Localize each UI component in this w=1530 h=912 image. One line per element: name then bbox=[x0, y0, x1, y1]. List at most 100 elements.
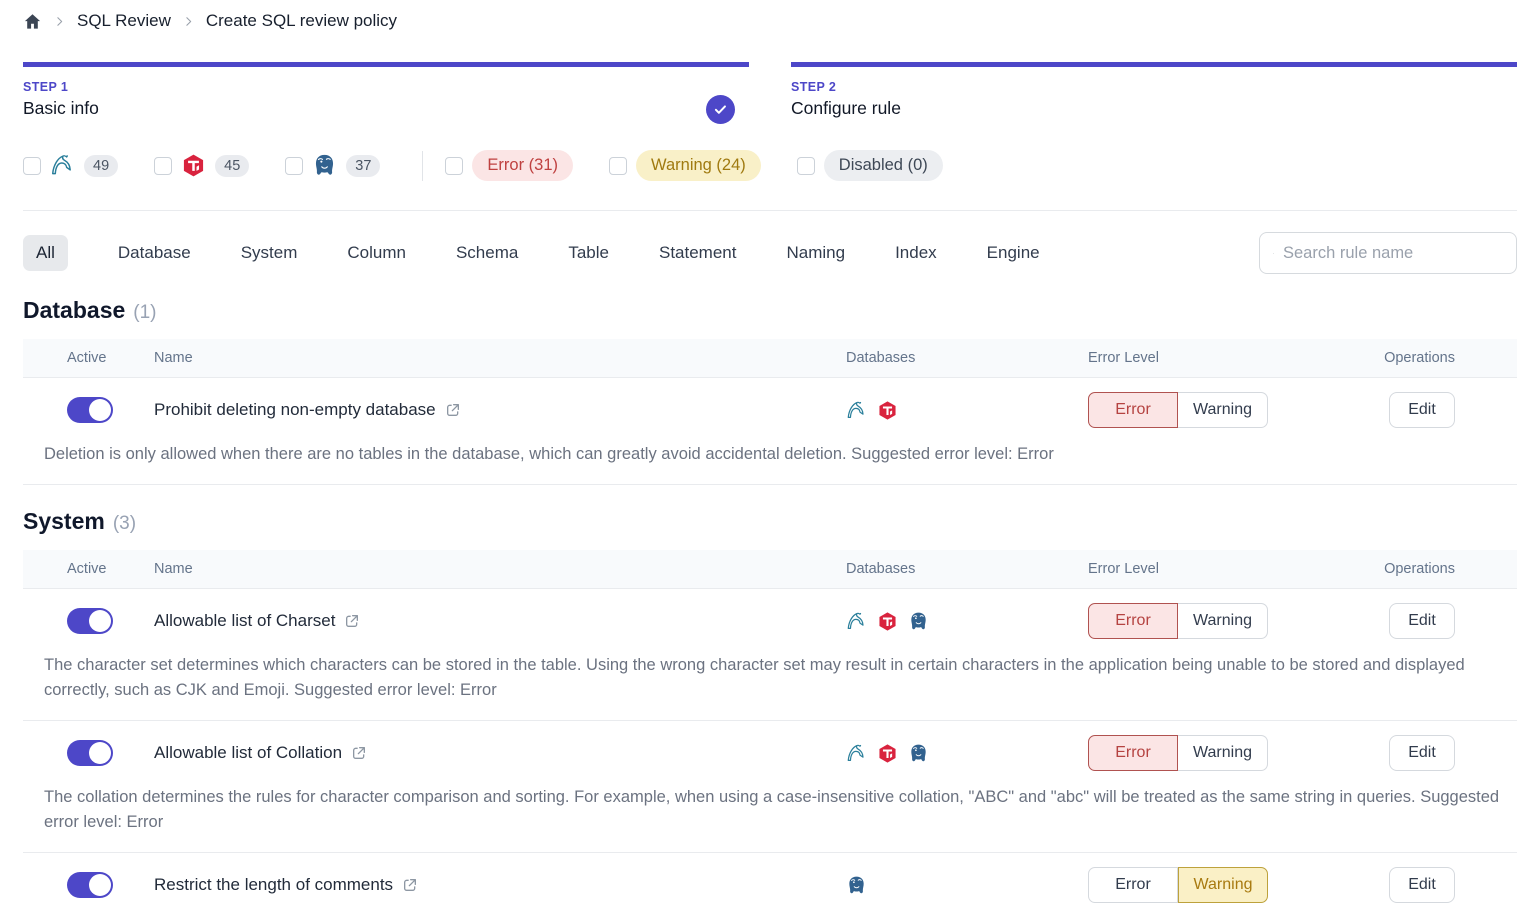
toggle-knob bbox=[89, 610, 111, 632]
table-row: Restrict the length of comments Error Wa… bbox=[23, 853, 1517, 912]
tidb-icon bbox=[181, 153, 206, 178]
postgres-count-badge: 37 bbox=[346, 155, 380, 177]
error-level-segmented-control: Error Warning bbox=[1088, 735, 1317, 771]
tab-schema[interactable]: Schema bbox=[456, 235, 518, 271]
section-header-system: System (3) bbox=[23, 508, 1517, 535]
table-header-row: Active Name Databases Error Level Operat… bbox=[23, 550, 1517, 589]
rule-active-toggle[interactable] bbox=[67, 872, 113, 898]
check-icon bbox=[712, 101, 729, 118]
warning-level-button[interactable]: Warning bbox=[1178, 735, 1268, 771]
mysql-count-badge: 49 bbox=[84, 155, 118, 177]
mysql-icon bbox=[846, 611, 867, 632]
column-header-error-level: Error Level bbox=[1088, 561, 1317, 577]
stepper: STEP 1 Basic info STEP 2 Configure rule bbox=[23, 62, 1517, 119]
edit-button[interactable]: Edit bbox=[1389, 867, 1455, 903]
column-header-name: Name bbox=[154, 561, 846, 577]
column-header-operations: Operations bbox=[1317, 561, 1517, 577]
toggle-knob bbox=[89, 742, 111, 764]
column-header-databases: Databases bbox=[846, 350, 1088, 366]
tab-naming[interactable]: Naming bbox=[786, 235, 845, 271]
rule-name: Restrict the length of comments bbox=[154, 875, 393, 895]
toggle-knob bbox=[89, 874, 111, 896]
rule-active-toggle[interactable] bbox=[67, 397, 113, 423]
tab-system[interactable]: System bbox=[241, 235, 298, 271]
rule-description: The character set determines which chara… bbox=[23, 653, 1517, 720]
step-2-progress-bar bbox=[791, 62, 1517, 67]
table-row: Allowable list of Charset Error Warning … bbox=[23, 589, 1517, 721]
mysql-filter-checkbox[interactable] bbox=[23, 157, 41, 175]
tab-engine[interactable]: Engine bbox=[987, 235, 1040, 271]
rule-active-toggle[interactable] bbox=[67, 740, 113, 766]
column-header-error-level: Error Level bbox=[1088, 350, 1317, 366]
step-1-progress-bar bbox=[23, 62, 749, 67]
postgres-filter-checkbox[interactable] bbox=[285, 157, 303, 175]
search-icon bbox=[1273, 245, 1274, 262]
home-icon[interactable] bbox=[23, 12, 42, 31]
chevron-right-icon bbox=[182, 15, 195, 28]
rule-name: Prohibit deleting non-empty database bbox=[154, 400, 436, 420]
error-filter-checkbox[interactable] bbox=[445, 157, 463, 175]
table-row: Allowable list of Collation Error Warnin… bbox=[23, 721, 1517, 853]
error-level-button[interactable]: Error bbox=[1088, 735, 1178, 771]
external-link-icon[interactable] bbox=[445, 402, 461, 418]
disabled-filter-pill[interactable]: Disabled (0) bbox=[824, 150, 943, 181]
step-1[interactable]: STEP 1 Basic info bbox=[23, 62, 749, 119]
rule-active-toggle[interactable] bbox=[67, 608, 113, 634]
section-title: System bbox=[23, 508, 105, 535]
error-level-button[interactable]: Error bbox=[1088, 392, 1178, 428]
search-input[interactable] bbox=[1283, 244, 1503, 263]
error-level-button[interactable]: Error bbox=[1088, 867, 1178, 903]
postgres-icon bbox=[846, 875, 867, 896]
external-link-icon[interactable] bbox=[344, 613, 360, 629]
step-2-label: STEP 2 bbox=[791, 80, 1517, 94]
tidb-icon bbox=[877, 743, 898, 764]
disabled-filter-checkbox[interactable] bbox=[797, 157, 815, 175]
table-header-row: Active Name Databases Error Level Operat… bbox=[23, 339, 1517, 378]
warning-level-button[interactable]: Warning bbox=[1178, 603, 1268, 639]
breadcrumb-sql-review[interactable]: SQL Review bbox=[77, 11, 171, 31]
category-tabs: All Database System Column Schema Table … bbox=[23, 232, 1517, 274]
database-rules-table: Active Name Databases Error Level Operat… bbox=[23, 339, 1517, 485]
section-header-database: Database (1) bbox=[23, 297, 1517, 324]
warning-level-button[interactable]: Warning bbox=[1178, 867, 1268, 903]
tidb-filter-checkbox[interactable] bbox=[154, 157, 172, 175]
filter-engine-tidb: 45 bbox=[154, 153, 249, 178]
step-2[interactable]: STEP 2 Configure rule bbox=[791, 62, 1517, 119]
step-1-label: STEP 1 bbox=[23, 80, 749, 94]
edit-button[interactable]: Edit bbox=[1389, 735, 1455, 771]
section-count: (3) bbox=[113, 513, 136, 535]
step-2-title: Configure rule bbox=[791, 98, 1517, 119]
filter-divider bbox=[422, 151, 423, 181]
error-filter-pill[interactable]: Error (31) bbox=[472, 150, 573, 181]
postgres-icon bbox=[312, 153, 337, 178]
column-header-name: Name bbox=[154, 350, 846, 366]
column-header-active: Active bbox=[23, 350, 154, 366]
rule-description: The collation determines the rules for c… bbox=[23, 785, 1517, 852]
filter-engine-postgres: 37 bbox=[285, 153, 380, 178]
tab-all[interactable]: All bbox=[23, 235, 68, 271]
external-link-icon[interactable] bbox=[351, 745, 367, 761]
edit-button[interactable]: Edit bbox=[1389, 392, 1455, 428]
warning-filter-checkbox[interactable] bbox=[609, 157, 627, 175]
section-title: Database bbox=[23, 297, 125, 324]
edit-button[interactable]: Edit bbox=[1389, 603, 1455, 639]
warning-level-button[interactable]: Warning bbox=[1178, 392, 1268, 428]
tidb-icon bbox=[877, 611, 898, 632]
mysql-icon bbox=[846, 400, 867, 421]
tidb-icon bbox=[877, 400, 898, 421]
tab-statement[interactable]: Statement bbox=[659, 235, 737, 271]
filter-level-disabled: Disabled (0) bbox=[797, 150, 943, 181]
tab-table[interactable]: Table bbox=[568, 235, 609, 271]
error-level-button[interactable]: Error bbox=[1088, 603, 1178, 639]
error-level-segmented-control: Error Warning bbox=[1088, 867, 1317, 903]
breadcrumb-create-policy: Create SQL review policy bbox=[206, 11, 397, 31]
search-box bbox=[1259, 232, 1517, 274]
chevron-right-icon bbox=[53, 15, 66, 28]
tab-column[interactable]: Column bbox=[347, 235, 406, 271]
tab-index[interactable]: Index bbox=[895, 235, 937, 271]
external-link-icon[interactable] bbox=[402, 877, 418, 893]
mysql-icon bbox=[846, 743, 867, 764]
warning-filter-pill[interactable]: Warning (24) bbox=[636, 150, 761, 181]
step-1-completed-icon bbox=[706, 95, 735, 124]
tab-database[interactable]: Database bbox=[118, 235, 191, 271]
